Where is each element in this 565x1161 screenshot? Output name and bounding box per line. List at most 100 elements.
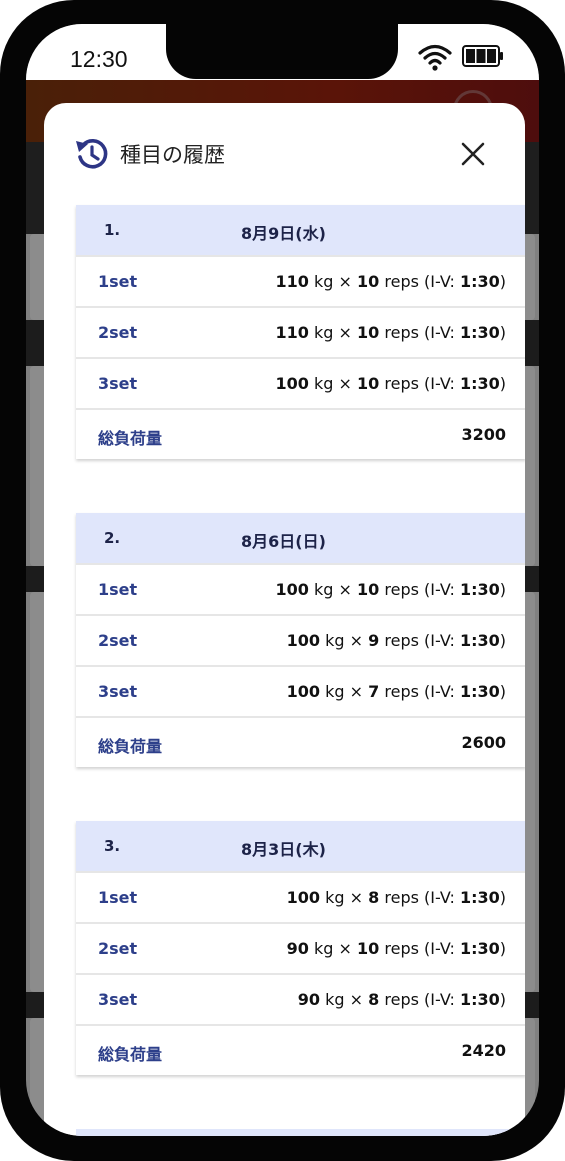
set-interval: 1:30 [459,990,500,1009]
modal-title: 種目の履歴 [120,143,225,167]
set-label: 2set [98,939,138,958]
total-load-value: 2420 [461,1041,506,1060]
unit-kg: kg [314,323,334,342]
times-sign: × [338,580,352,599]
set-reps: 9 [368,631,380,650]
set-reps: 10 [357,580,380,599]
set-label: 1set [98,888,138,907]
session-header-partial [76,1129,525,1136]
history-session: 1. 8月9日(水) 1set 110 kg × 10 reps (I-V: 1… [76,205,525,459]
set-label: 1set [98,272,138,291]
set-detail: 100 kg × 10 reps (I-V: 1:30) [276,580,507,599]
set-detail: 100 kg × 9 reps (I-V: 1:30) [287,631,506,650]
interval-suffix: ) [499,888,506,907]
wifi-icon [418,44,452,71]
total-load-label: 総負荷量 [98,429,163,448]
unit-kg: kg [325,631,345,650]
times-sign: × [349,990,364,1009]
set-label: 3set [98,374,138,393]
interval-suffix: ) [499,990,506,1009]
session-date: 8月3日(木) [241,840,326,859]
modal-header: 種目の履歴 [44,103,525,203]
set-interval: 1:30 [459,682,500,701]
set-reps: 10 [357,374,380,393]
set-row: 2set 90 kg × 10 reps (I-V: 1:30) [76,922,525,973]
set-weight: 110 [275,272,309,291]
unit-reps: reps [384,374,419,393]
unit-kg: kg [325,888,345,907]
unit-reps: reps [384,323,419,342]
unit-reps: reps [384,939,419,958]
interval-suffix: ) [499,323,506,342]
history-icon [76,139,108,169]
total-load-row: 総負荷量 3200 [76,408,525,459]
set-weight: 110 [275,323,309,342]
unit-reps: reps [384,682,419,701]
total-load-row: 総負荷量 2420 [76,1024,525,1075]
interval-prefix: (I-V: [424,272,460,291]
set-row: 3set 100 kg × 7 reps (I-V: 1:30) [76,665,525,716]
set-weight: 100 [275,580,309,599]
session-number: 1. [104,221,121,239]
interval-suffix: ) [499,374,506,393]
session-date: 8月6日(日) [241,532,326,551]
times-sign: × [338,374,352,393]
set-label: 2set [98,631,138,650]
total-load-value: 2600 [461,733,506,752]
set-detail: 110 kg × 10 reps (I-V: 1:30) [276,323,507,342]
set-interval: 1:30 [459,323,500,342]
set-weight: 100 [275,374,309,393]
set-label: 1set [98,580,138,599]
set-row: 2set 100 kg × 9 reps (I-V: 1:30) [76,614,525,665]
set-interval: 1:30 [459,631,500,650]
unit-kg: kg [325,990,345,1009]
interval-prefix: (I-V: [424,990,460,1009]
set-interval: 1:30 [459,374,500,393]
set-row: 1set 110 kg × 10 reps (I-V: 1:30) [76,255,525,306]
set-weight: 90 [286,939,309,958]
set-label: 2set [98,323,138,342]
set-interval: 1:30 [459,580,500,599]
set-weight: 100 [286,888,321,907]
status-time: 12:30 [70,46,128,72]
unit-kg: kg [314,580,334,599]
times-sign: × [349,682,364,701]
device-frame: 12:30 種目の履歴 1. 8月9日(水) 1set 110 kg × 10 … [0,0,565,1161]
screen: 12:30 種目の履歴 1. 8月9日(水) 1set 110 kg × 10 … [26,24,539,1136]
history-session: 2. 8月6日(日) 1set 100 kg × 10 reps (I-V: 1… [76,513,525,767]
times-sign: × [338,939,352,958]
interval-suffix: ) [499,580,506,599]
set-label: 3set [98,682,138,701]
interval-suffix: ) [499,939,506,958]
unit-kg: kg [314,374,334,393]
times-sign: × [338,323,352,342]
total-load-value: 3200 [461,425,506,444]
unit-reps: reps [384,888,419,907]
notch [166,24,398,79]
set-reps: 10 [357,939,380,958]
session-number: 2. [104,529,121,547]
set-detail: 100 kg × 10 reps (I-V: 1:30) [276,374,507,393]
set-detail: 90 kg × 10 reps (I-V: 1:30) [287,939,506,958]
set-weight: 100 [286,631,321,650]
set-reps: 10 [357,272,380,291]
interval-prefix: (I-V: [424,580,460,599]
interval-prefix: (I-V: [424,939,460,958]
set-detail: 100 kg × 7 reps (I-V: 1:30) [287,682,506,701]
session-date: 8月9日(水) [241,224,326,243]
set-detail: 90 kg × 8 reps (I-V: 1:30) [298,990,506,1009]
interval-prefix: (I-V: [424,631,460,650]
interval-prefix: (I-V: [424,888,460,907]
interval-prefix: (I-V: [424,323,460,342]
set-weight: 90 [297,990,321,1009]
unit-reps: reps [384,990,419,1009]
set-detail: 100 kg × 8 reps (I-V: 1:30) [287,888,506,907]
times-sign: × [338,272,352,291]
close-icon[interactable] [458,139,488,169]
total-load-label: 総負荷量 [98,737,163,756]
set-row: 1set 100 kg × 10 reps (I-V: 1:30) [76,563,525,614]
set-reps: 8 [368,990,380,1009]
set-interval: 1:30 [459,888,500,907]
unit-reps: reps [384,580,419,599]
set-row: 3set 100 kg × 10 reps (I-V: 1:30) [76,357,525,408]
